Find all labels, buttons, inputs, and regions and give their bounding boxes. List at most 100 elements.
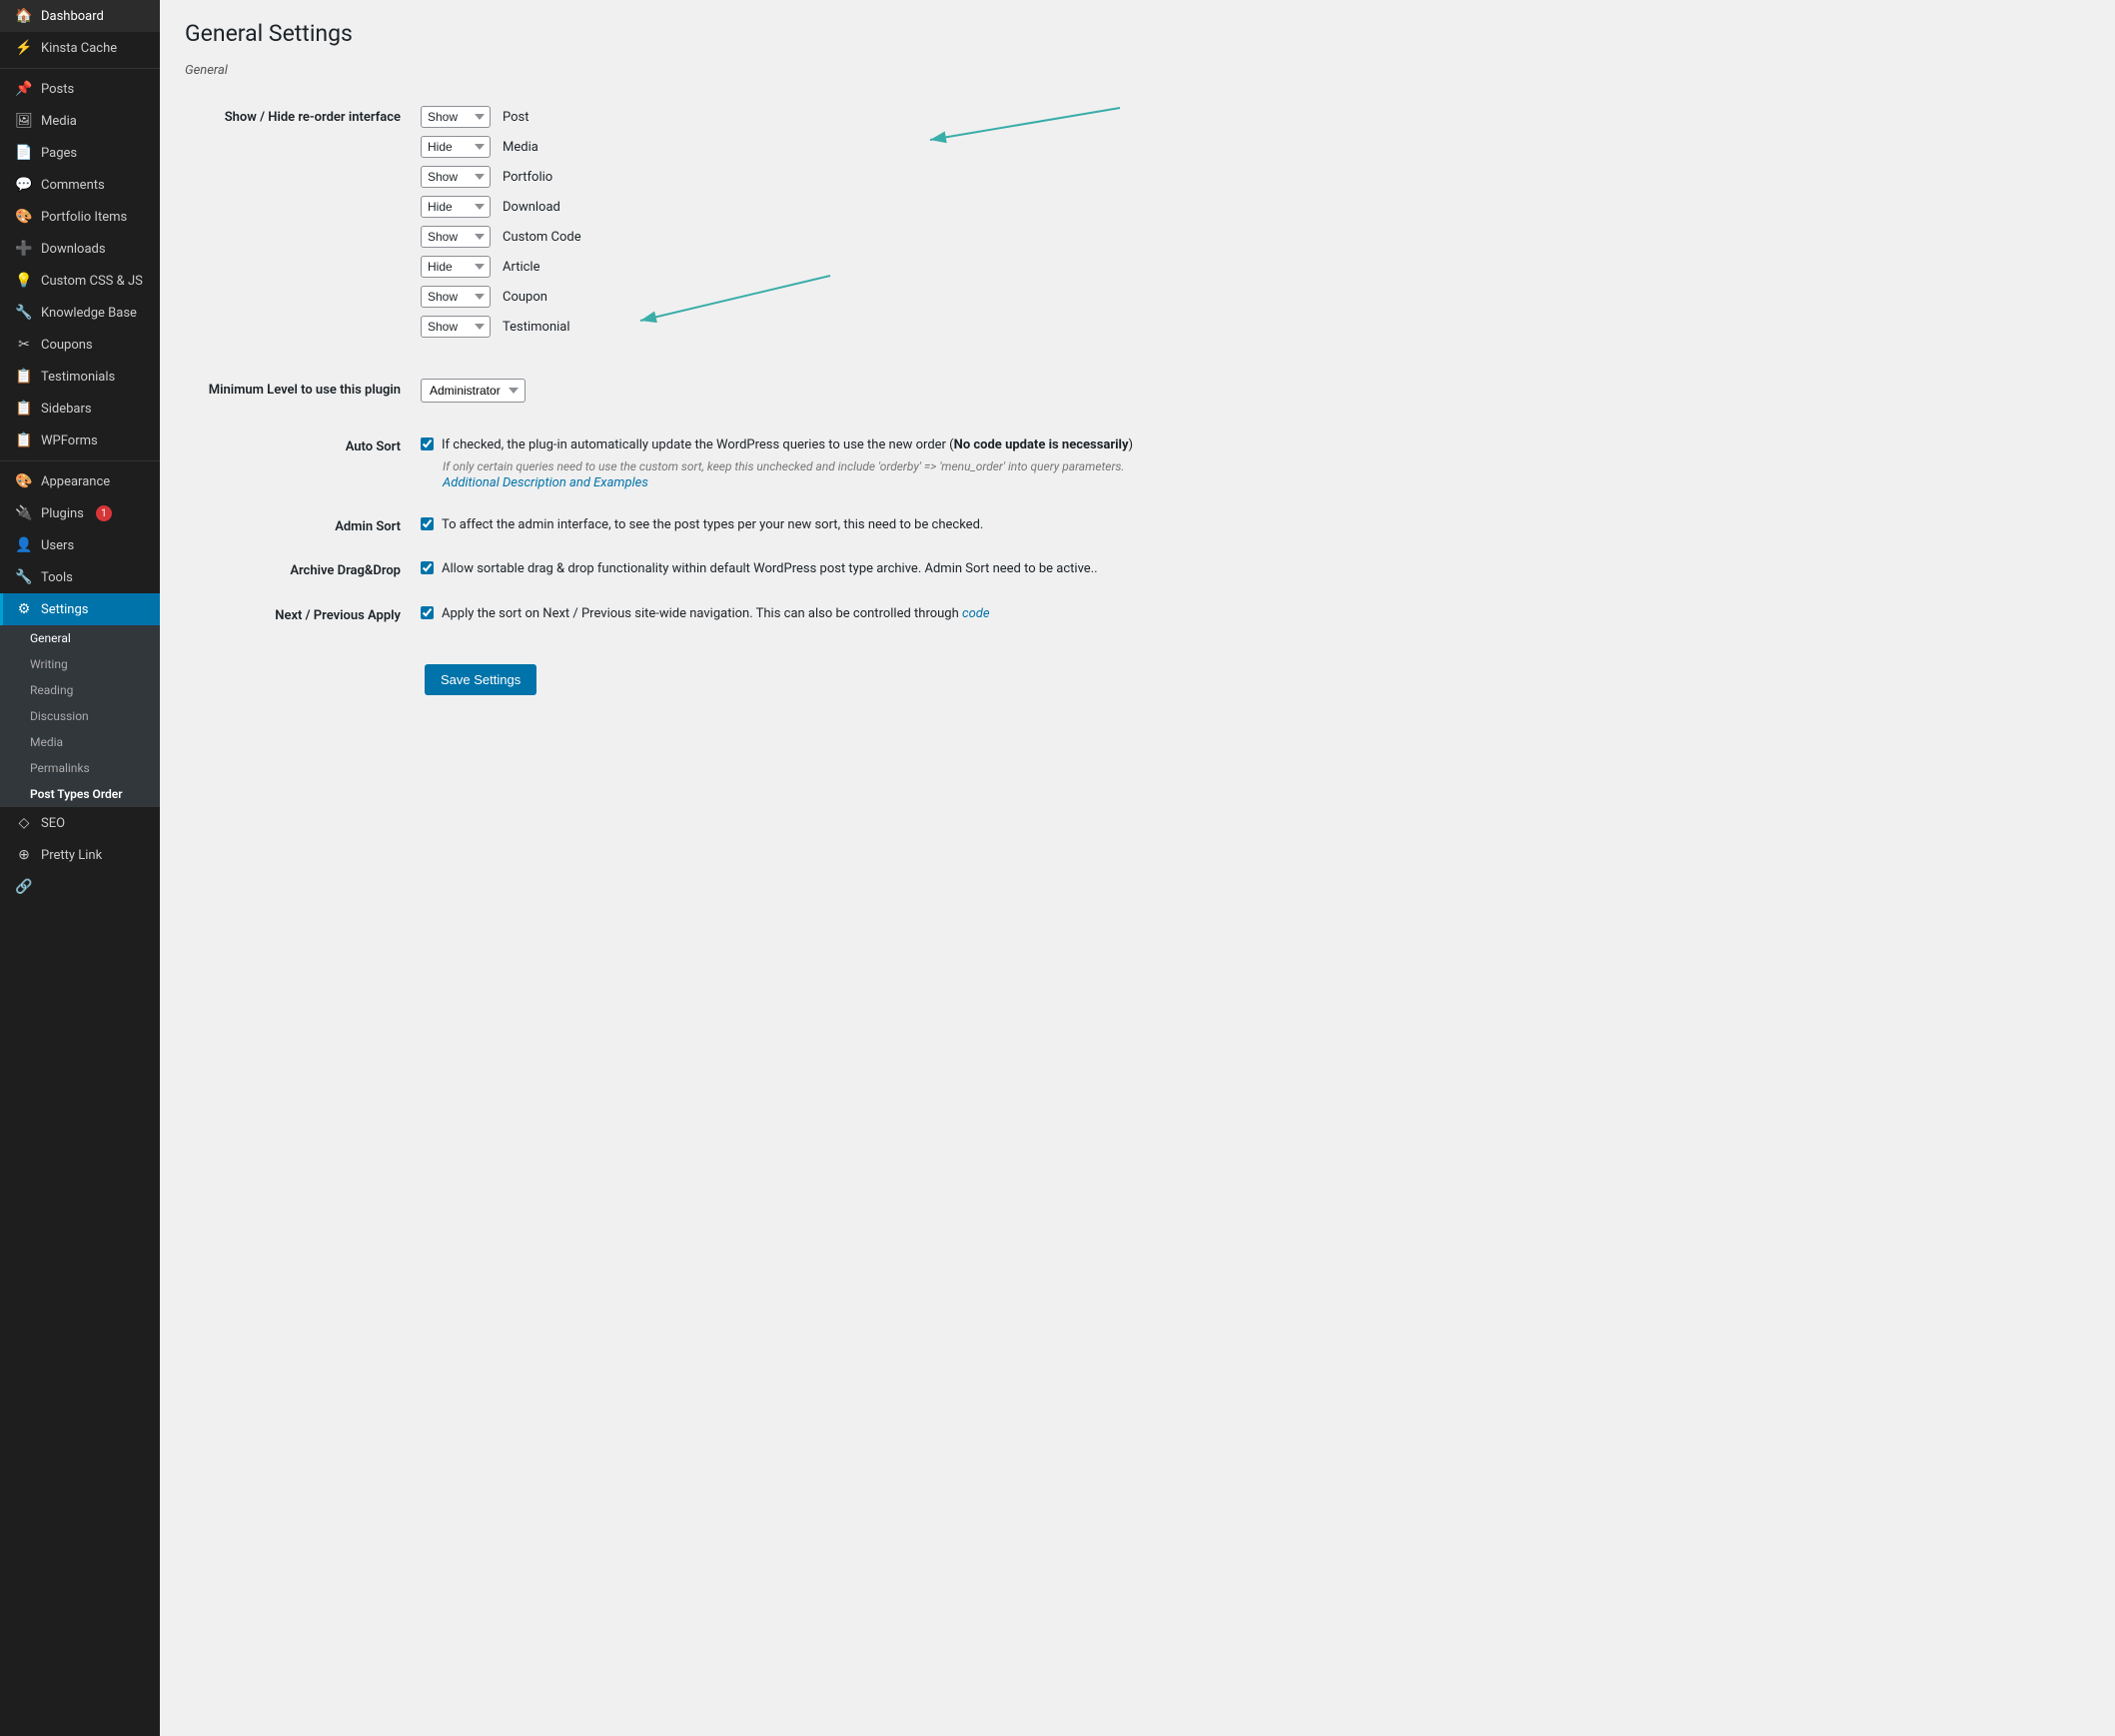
submenu-discussion[interactable]: Discussion [0, 703, 160, 729]
portfolio-icon: 🎨 [15, 209, 33, 225]
tools-icon: 🔧 [15, 569, 33, 585]
type-coupon: Coupon [503, 290, 547, 305]
sidebars-icon: 📋 [15, 401, 33, 417]
settings-icon: ⚙ [15, 601, 33, 617]
show-hide-group: Show Hide Post Hide Show Media [421, 106, 2079, 338]
sidebar-item-settings[interactable]: ⚙ Settings [0, 593, 160, 625]
type-custom-code: Custom Code [503, 230, 581, 245]
sidebar-item-seo[interactable]: ⊕ Pretty Link [0, 839, 160, 871]
show-hide-item-custom-code: Show Hide Custom Code [421, 226, 2079, 248]
archive-dd-row: Archive Drag&Drop Allow sortable drag & … [185, 547, 2095, 592]
sidebar-item-downloads[interactable]: ➕ Downloads [0, 233, 160, 265]
archive-dd-checkbox-row: Allow sortable drag & drop functionality… [421, 559, 2079, 579]
admin-sort-checkbox-row: To affect the admin interface, to see th… [421, 515, 2079, 535]
submenu-media[interactable]: Media [0, 729, 160, 755]
next-prev-checkbox-row: Apply the sort on Next / Previous site-w… [421, 604, 2079, 624]
sidebar-item-posts[interactable]: 📌 Posts [0, 73, 160, 105]
archive-dd-checkbox[interactable] [421, 561, 434, 574]
kinsta-icon: ⚡ [15, 40, 33, 56]
sidebar-item-tools[interactable]: 🔧 Tools [0, 561, 160, 593]
show-hide-item-portfolio: Show Hide Portfolio [421, 166, 2079, 188]
select-coupon[interactable]: Show Hide [421, 286, 491, 308]
plugins-badge: 1 [96, 505, 112, 521]
sidebar-item-kinsta-cache[interactable]: ⚡ Kinsta Cache [0, 32, 160, 64]
settings-submenu: General Writing Reading Discussion Media… [0, 625, 160, 807]
additional-desc-link[interactable]: Additional Description and Examples [443, 475, 648, 490]
sidebar-item-pretty-link[interactable]: 🔗 [0, 871, 160, 903]
comments-icon: 💬 [15, 177, 33, 193]
type-post: Post [503, 110, 529, 125]
archive-dd-label: Archive Drag&Drop [201, 559, 421, 578]
sidebar-item-plugins[interactable]: 🔌 Plugins 1 [0, 497, 160, 529]
sidebar-item-knowledge-base[interactable]: 🔧 Knowledge Base [0, 297, 160, 329]
next-prev-label: Next / Previous Apply [201, 604, 421, 623]
min-level-select[interactable]: Administrator Editor Author Contributor … [421, 379, 526, 403]
sidebar-item-portfolio-items[interactable]: 🎨 Portfolio Items [0, 201, 160, 233]
next-prev-checkbox[interactable] [421, 606, 434, 619]
min-level-label: Minimum Level to use this plugin [201, 379, 421, 398]
auto-sort-text: If checked, the plug-in automatically up… [442, 435, 1133, 455]
submenu-general[interactable]: General [0, 625, 160, 651]
sidebar-item-coupons[interactable]: ✂ Coupons [0, 329, 160, 361]
sidebar-item-dashboard[interactable]: 🏠 Dashboard [0, 0, 160, 32]
archive-dd-content: Allow sortable drag & drop functionality… [421, 559, 2079, 579]
submenu-writing[interactable]: Writing [0, 651, 160, 677]
select-post[interactable]: Show Hide [421, 106, 491, 128]
appearance-icon: 🎨 [15, 473, 33, 489]
admin-sort-content: To affect the admin interface, to see th… [421, 515, 2079, 535]
select-download[interactable]: Hide Show [421, 196, 491, 218]
section-label: General [185, 63, 2095, 78]
select-media[interactable]: Hide Show [421, 136, 491, 158]
pages-icon: 📄 [15, 145, 33, 161]
main-content: General Settings General Show / Hide re-… [160, 0, 2115, 1736]
show-hide-item-post: Show Hide Post [421, 106, 2079, 128]
show-hide-row: Show / Hide re-order interface [185, 94, 2095, 351]
submenu-permalinks[interactable]: Permalinks [0, 755, 160, 781]
save-settings-button[interactable]: Save Settings [425, 664, 536, 695]
select-portfolio[interactable]: Show Hide [421, 166, 491, 188]
pretty-link-icon: 🔗 [15, 879, 33, 895]
sidebar-item-shortcodes[interactable]: ◇ SEO [0, 807, 160, 839]
show-hide-content: Show Hide Post Hide Show Media [421, 106, 2079, 338]
show-hide-item-article: Hide Show Article [421, 256, 2079, 278]
submenu-reading[interactable]: Reading [0, 677, 160, 703]
auto-sort-checkbox-row: If checked, the plug-in automatically up… [421, 435, 2079, 455]
admin-sort-checkbox[interactable] [421, 517, 434, 530]
sidebar-item-pages[interactable]: 📄 Pages [0, 137, 160, 169]
show-hide-label: Show / Hide re-order interface [201, 106, 421, 125]
show-hide-item-media: Hide Show Media [421, 136, 2079, 158]
auto-sort-checkbox[interactable] [421, 437, 434, 450]
next-prev-code-link[interactable]: code [962, 606, 990, 621]
wpforms-icon: 📋 [15, 433, 33, 448]
min-level-content: Administrator Editor Author Contributor … [421, 379, 2079, 403]
show-hide-item-download: Hide Show Download [421, 196, 2079, 218]
sidebar-item-comments[interactable]: 💬 Comments [0, 169, 160, 201]
sidebar-item-custom-css-js[interactable]: 💡 Custom CSS & JS [0, 265, 160, 297]
shortcodes-icon: ◇ [15, 815, 33, 831]
sidebar-item-wpforms[interactable]: 📋 WPForms [0, 425, 160, 456]
auto-sort-label: Auto Sort [201, 435, 421, 454]
auto-sort-hint: If only certain queries need to use the … [443, 459, 2079, 473]
sidebar-item-media[interactable]: 🖼 Media [0, 105, 160, 137]
media-icon: 🖼 [15, 113, 33, 129]
select-testimonial[interactable]: Show Hide [421, 316, 491, 338]
sidebar-item-sidebars[interactable]: 📋 Sidebars [0, 393, 160, 425]
admin-sort-row: Admin Sort To affect the admin interface… [185, 503, 2095, 548]
sidebar-item-testimonials[interactable]: 📋 Testimonials [0, 361, 160, 393]
sidebar-item-users[interactable]: 👤 Users [0, 529, 160, 561]
knowledge-icon: 🔧 [15, 305, 33, 321]
show-hide-item-testimonial: Show Hide Testimonial [421, 316, 2079, 338]
select-custom-code[interactable]: Show Hide [421, 226, 491, 248]
select-article[interactable]: Hide Show [421, 256, 491, 278]
submenu-post-types-order[interactable]: Post Types Order [0, 781, 160, 807]
custom-css-icon: 💡 [15, 273, 33, 289]
show-hide-outer: Show Hide Post Hide Show Media [421, 106, 2079, 338]
testimonials-icon: 📋 [15, 369, 33, 385]
show-hide-item-coupon: Show Hide Coupon [421, 286, 2079, 308]
page-title: General Settings [185, 20, 2095, 47]
save-settings-container: Save Settings [185, 636, 2095, 707]
sidebar-item-appearance[interactable]: 🎨 Appearance [0, 465, 160, 497]
min-level-row: Minimum Level to use this plugin Adminis… [185, 367, 2095, 416]
archive-dd-text: Allow sortable drag & drop functionality… [442, 559, 1098, 579]
seo-icon: ⊕ [15, 847, 33, 863]
